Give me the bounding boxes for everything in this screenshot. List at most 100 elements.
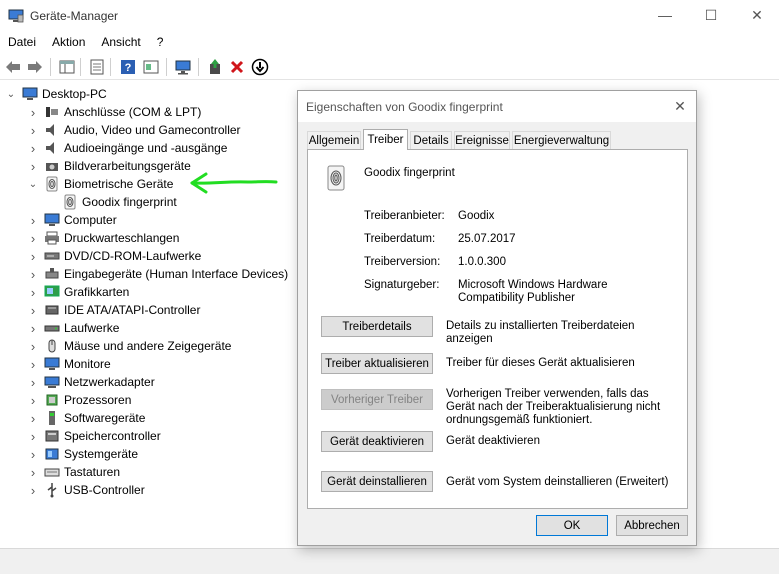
chevron-right-icon[interactable]: › xyxy=(28,105,38,120)
chevron-right-icon[interactable]: › xyxy=(28,249,38,264)
chevron-right-icon[interactable]: › xyxy=(28,375,38,390)
rollback-driver-button[interactable]: Vorheriger Treiber xyxy=(321,389,433,410)
computer-icon xyxy=(22,86,38,102)
dialog-close-button[interactable]: ✕ xyxy=(670,96,690,116)
tree-category-item[interactable]: › Netzwerkadapter xyxy=(31,373,155,391)
tree-category-item[interactable]: › DVD/CD-ROM-Laufwerke xyxy=(31,247,202,265)
tree-category-item[interactable]: › Druckwarteschlangen xyxy=(31,229,180,247)
tab-allgemein[interactable]: Allgemein xyxy=(307,131,361,150)
tree-root[interactable]: ⌄ Desktop-PC xyxy=(6,85,107,103)
tree-item-label: DVD/CD-ROM-Laufwerke xyxy=(64,249,202,263)
view-icon[interactable] xyxy=(142,58,160,76)
chevron-down-icon[interactable]: ⌄ xyxy=(6,89,16,100)
tree-item-label: Softwaregeräte xyxy=(64,411,146,425)
tab-details[interactable]: Details xyxy=(410,131,452,150)
chevron-right-icon[interactable]: › xyxy=(28,321,38,336)
chevron-right-icon[interactable]: › xyxy=(28,123,38,138)
tree-category-item[interactable]: › Grafikkarten xyxy=(31,283,130,301)
tree-category-item[interactable]: › USB-Controller xyxy=(31,481,145,499)
chevron-right-icon[interactable]: › xyxy=(28,231,38,246)
device-tree[interactable]: ⌄ Desktop-PC › Anschlüsse (COM & LPT) › Aud… xyxy=(0,82,300,547)
title-bar: Geräte-Manager — ☐ ✕ xyxy=(0,0,779,32)
show-hide-console-tree-icon[interactable] xyxy=(58,58,76,76)
update-driver-icon[interactable] xyxy=(206,58,224,76)
chevron-right-icon[interactable]: › xyxy=(28,357,38,372)
mouse-icon xyxy=(44,338,60,354)
tree-item-label: Prozessoren xyxy=(64,393,132,407)
tree-category-item[interactable]: › Eingabegeräte (Human Interface Devices) xyxy=(31,265,288,283)
chevron-right-icon[interactable]: › xyxy=(28,303,38,318)
tree-category-item[interactable]: ⌄ Biometrische Geräte xyxy=(29,175,173,193)
menu-ansicht[interactable]: Ansicht xyxy=(93,32,148,52)
back-arrow-icon[interactable] xyxy=(4,58,22,76)
disable-device-button[interactable]: Gerät deaktivieren xyxy=(321,431,433,452)
monitor-icon xyxy=(44,212,60,228)
tree-category-item[interactable]: › Systemgeräte xyxy=(31,445,138,463)
uninstall-device-icon[interactable] xyxy=(228,58,246,76)
tree-category-item[interactable]: › Audioeingänge und -ausgänge xyxy=(31,139,228,157)
tab-ereignisse[interactable]: Ereignisse xyxy=(454,131,510,150)
minimize-icon: — xyxy=(658,7,672,23)
forward-arrow-icon[interactable] xyxy=(26,58,44,76)
disc-icon xyxy=(44,248,60,264)
tree-root-label: Desktop-PC xyxy=(42,87,107,101)
scan-hardware-icon[interactable] xyxy=(174,58,192,76)
uninstall-device-button[interactable]: Gerät deinstallieren xyxy=(321,471,433,492)
tree-category-item[interactable]: › Anschlüsse (COM & LPT) xyxy=(31,103,202,121)
chevron-down-icon[interactable]: ⌄ xyxy=(28,179,38,190)
disable-device-description: Gerät deaktivieren xyxy=(446,435,540,447)
tree-category-item[interactable]: › Prozessoren xyxy=(31,391,132,409)
tree-category-item[interactable]: › Bildverarbeitungsgeräte xyxy=(31,157,191,175)
chevron-right-icon[interactable]: › xyxy=(28,393,38,408)
chevron-right-icon[interactable]: › xyxy=(28,213,38,228)
chevron-right-icon[interactable]: › xyxy=(28,429,38,444)
menu-help[interactable]: ? xyxy=(149,32,172,52)
chevron-right-icon[interactable]: › xyxy=(28,447,38,462)
tree-category-item[interactable]: › Tastaturen xyxy=(31,463,120,481)
tree-item-label: Grafikkarten xyxy=(64,285,130,299)
tab-energieverwaltung[interactable]: Energieverwaltung xyxy=(512,131,611,150)
help-icon[interactable]: ? xyxy=(119,58,137,76)
chevron-right-icon[interactable]: › xyxy=(28,159,38,174)
chevron-right-icon[interactable]: › xyxy=(28,411,38,426)
chevron-right-icon[interactable]: › xyxy=(28,339,38,354)
annotation-arrow xyxy=(190,172,278,194)
display-adapter-icon xyxy=(44,284,60,300)
tree-category-item[interactable]: › IDE ATA/ATAPI-Controller xyxy=(31,301,201,319)
signer-value: Microsoft Windows Hardware Compatibility… xyxy=(458,279,608,304)
tree-category-item[interactable]: › Computer xyxy=(31,211,117,229)
rollback-driver-description: Vorherigen Treiber verwenden, falls das … xyxy=(446,388,661,426)
tree-category-item[interactable]: › Laufwerke xyxy=(31,319,120,337)
chevron-right-icon[interactable]: › xyxy=(28,267,38,282)
cancel-button[interactable]: Abbrechen xyxy=(616,515,688,536)
tree-category-item[interactable]: › Speichercontroller xyxy=(31,427,161,445)
menu-aktion[interactable]: Aktion xyxy=(44,32,93,52)
tree-category-item[interactable]: › Monitore xyxy=(31,355,111,373)
tree-category-item[interactable]: › Mäuse und andere Zeigegeräte xyxy=(31,337,232,355)
driver-version-label: Treiberversion: xyxy=(364,256,441,268)
minimize-button[interactable]: — xyxy=(642,0,688,30)
camera-icon xyxy=(44,158,60,174)
chevron-right-icon[interactable]: › xyxy=(28,285,38,300)
tree-item-label: IDE ATA/ATAPI-Controller xyxy=(64,303,201,317)
tree-category-item[interactable]: › Softwaregeräte xyxy=(31,409,146,427)
disable-device-icon[interactable] xyxy=(251,58,269,76)
chevron-right-icon[interactable]: › xyxy=(28,465,38,480)
properties-icon[interactable] xyxy=(88,58,106,76)
tree-device-item[interactable]: Goodix fingerprint xyxy=(62,193,177,211)
speaker-icon xyxy=(44,122,60,138)
driver-date-value: 25.07.2017 xyxy=(458,233,516,245)
tree-category-item[interactable]: › Audio, Video und Gamecontroller xyxy=(31,121,241,139)
tree-item-label: USB-Controller xyxy=(64,483,145,497)
close-button[interactable]: ✕ xyxy=(734,0,779,30)
maximize-button[interactable]: ☐ xyxy=(688,0,734,30)
ok-button[interactable]: OK xyxy=(536,515,608,536)
chevron-right-icon[interactable]: › xyxy=(28,483,38,498)
driver-version-value: 1.0.0.300 xyxy=(458,256,506,268)
chevron-right-icon[interactable]: › xyxy=(28,141,38,156)
tab-treiber[interactable]: Treiber xyxy=(363,129,408,150)
driver-details-button[interactable]: Treiberdetails xyxy=(321,316,433,337)
menu-datei[interactable]: Datei xyxy=(0,32,44,52)
signer-label: Signaturgeber: xyxy=(364,279,440,291)
update-driver-button[interactable]: Treiber aktualisieren xyxy=(321,353,433,374)
